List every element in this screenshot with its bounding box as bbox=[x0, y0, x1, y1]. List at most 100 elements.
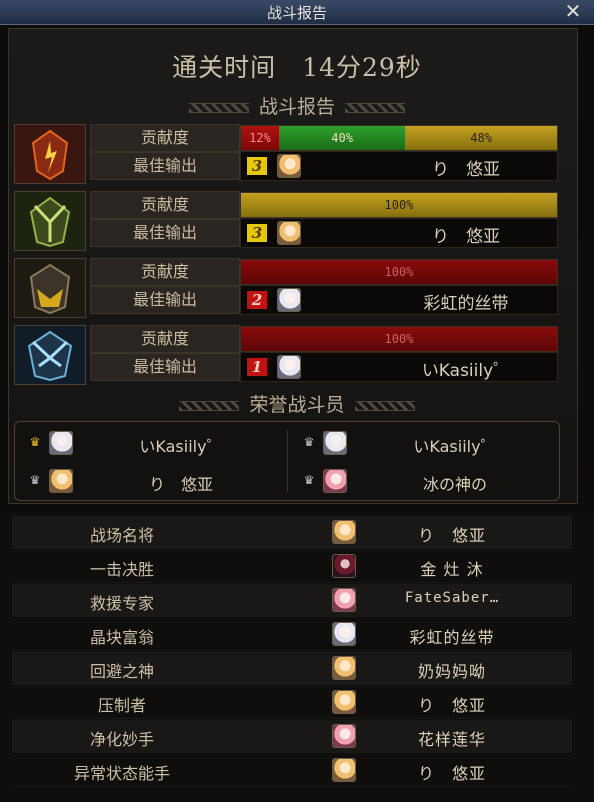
honor-member[interactable]: ♛ いKasiily゜ bbox=[21, 430, 281, 458]
contribution-segment: 100% bbox=[241, 260, 557, 284]
avatar bbox=[49, 431, 73, 455]
honor-member[interactable]: ♛ 冰の神の bbox=[295, 468, 555, 496]
award-title: 净化妙手 bbox=[89, 730, 154, 749]
ornament-icon bbox=[188, 103, 249, 113]
close-icon[interactable]: ✕ bbox=[562, 0, 584, 22]
avatar bbox=[277, 154, 301, 178]
contribution-label: 贡献度 bbox=[90, 124, 240, 152]
window-title: 战斗报告 bbox=[266, 4, 327, 22]
award-row[interactable]: 战场名将 り 悠亚 bbox=[12, 516, 572, 549]
contribution-bar: 100% bbox=[240, 259, 558, 285]
best-output-label: 最佳输出 bbox=[90, 152, 240, 180]
award-row[interactable]: 一击决胜 金 灶 沐 bbox=[12, 550, 572, 583]
battle-report-heading: 战斗报告 bbox=[0, 92, 594, 119]
award-title: 一击决胜 bbox=[89, 560, 154, 579]
rank-badge: 2 bbox=[247, 291, 267, 309]
battle-report-title: 战斗报告 bbox=[258, 96, 335, 118]
avatar bbox=[277, 355, 301, 379]
award-row[interactable]: 晶块富翁 彩虹的丝带 bbox=[12, 618, 572, 651]
best-output-player[interactable]: 1 いKasiily゜ bbox=[240, 352, 558, 382]
avatar bbox=[323, 431, 347, 455]
contribution-bar: 100% bbox=[240, 326, 558, 352]
best-output-player[interactable]: 3 り 悠亚 bbox=[240, 218, 558, 248]
award-title: 战场名将 bbox=[89, 526, 154, 545]
avatar bbox=[332, 588, 356, 612]
silver-crown-icon: ♛ bbox=[29, 473, 41, 487]
avatar bbox=[332, 724, 356, 748]
avatar bbox=[332, 758, 356, 782]
gold-crown-icon: ♛ bbox=[29, 435, 41, 449]
avatar bbox=[332, 554, 356, 578]
avatar bbox=[49, 469, 73, 493]
clear-time: 通关时间 14分29秒 bbox=[0, 48, 594, 84]
award-row[interactable]: 救援专家 FateSaber… bbox=[12, 584, 572, 617]
player-name: 彩虹的丝带 bbox=[423, 294, 509, 314]
ornament-icon bbox=[345, 103, 405, 113]
avatar bbox=[277, 288, 301, 312]
green-boss-icon bbox=[14, 191, 86, 251]
award-player-name: 金 灶 沐 bbox=[420, 560, 484, 579]
award-player-name: り 悠亚 bbox=[417, 696, 486, 715]
contribution-bar: 100% bbox=[240, 192, 558, 218]
rank-badge: 1 bbox=[247, 358, 267, 376]
avatar bbox=[332, 690, 356, 714]
avatar bbox=[332, 622, 356, 646]
contribution-label: 贡献度 bbox=[90, 325, 240, 353]
avatar bbox=[277, 221, 301, 245]
award-title: 异常状态能手 bbox=[73, 764, 170, 783]
contribution-segment: 100% bbox=[241, 327, 557, 351]
award-row[interactable]: 异常状态能手 り 悠亚 bbox=[12, 754, 572, 787]
contribution-segment: 100% bbox=[241, 193, 557, 217]
honor-member-name: 冰の神の bbox=[422, 475, 487, 494]
divider bbox=[287, 430, 288, 492]
avatar bbox=[323, 469, 347, 493]
contribution-label: 贡献度 bbox=[90, 191, 240, 219]
award-player-name: り 悠亚 bbox=[417, 764, 486, 783]
award-row[interactable]: 压制者 り 悠亚 bbox=[12, 686, 572, 719]
contribution-segment: 12% bbox=[241, 126, 279, 150]
rank-badge: 3 bbox=[247, 157, 267, 175]
ornament-icon bbox=[179, 401, 240, 411]
contribution-label: 贡献度 bbox=[90, 258, 240, 286]
contribution-segment: 48% bbox=[405, 126, 557, 150]
clear-time-value: 14分29秒 bbox=[302, 53, 422, 82]
award-player-name: り 悠亚 bbox=[417, 526, 486, 545]
avatar bbox=[332, 656, 356, 680]
best-output-player[interactable]: 2 彩虹的丝带 bbox=[240, 285, 558, 315]
silver-crown-icon: ♛ bbox=[303, 435, 315, 449]
silver-crown-icon: ♛ bbox=[303, 473, 315, 487]
honor-member-name: り 悠亚 bbox=[148, 475, 213, 494]
ornament-icon bbox=[354, 401, 415, 411]
contribution-bar: 12% 40% 48% bbox=[240, 125, 558, 151]
honor-members-box: ♛ いKasiily゜ ♛ いKasiily゜ ♛ り 悠亚 ♛ 冰の神の bbox=[14, 421, 560, 501]
honor-title: 荣誉战斗员 bbox=[249, 394, 345, 416]
awards-list: 战场名将 り 悠亚 一击决胜 金 灶 沐 救援专家 FateSaber… 晶块富… bbox=[0, 512, 594, 802]
honor-member[interactable]: ♛ り 悠亚 bbox=[21, 468, 281, 496]
honor-member[interactable]: ♛ いKasiily゜ bbox=[295, 430, 555, 458]
player-name: り 悠亚 bbox=[432, 160, 500, 180]
honor-member-name: いKasiily゜ bbox=[413, 437, 497, 456]
gold-boss-icon bbox=[14, 258, 86, 318]
blue-boss-icon bbox=[14, 325, 86, 385]
award-player-name: 奶妈妈呦 bbox=[417, 662, 486, 681]
honor-member-name: いKasiily゜ bbox=[139, 437, 223, 456]
player-name: り 悠亚 bbox=[432, 227, 500, 247]
best-output-player[interactable]: 3 り 悠亚 bbox=[240, 151, 558, 181]
contribution-segment: 40% bbox=[278, 126, 406, 150]
award-player-name: 花样莲华 bbox=[417, 730, 486, 749]
honor-heading: 荣誉战斗员 bbox=[0, 390, 594, 417]
player-name: いKasiily゜ bbox=[421, 361, 511, 381]
award-title: 晶块富翁 bbox=[89, 628, 154, 647]
window-titlebar: 战斗报告 ✕ bbox=[0, 0, 594, 25]
red-boss-icon bbox=[14, 124, 86, 184]
award-title: 压制者 bbox=[97, 696, 146, 715]
award-row[interactable]: 净化妙手 花样莲华 bbox=[12, 720, 572, 753]
avatar bbox=[332, 520, 356, 544]
award-row[interactable]: 回避之神 奶妈妈呦 bbox=[12, 652, 572, 685]
best-output-label: 最佳输出 bbox=[90, 353, 240, 381]
best-output-label: 最佳输出 bbox=[90, 286, 240, 314]
award-title: 回避之神 bbox=[89, 662, 154, 681]
rank-badge: 3 bbox=[247, 224, 267, 242]
best-output-label: 最佳输出 bbox=[90, 219, 240, 247]
clear-time-label: 通关时间 bbox=[172, 53, 277, 82]
